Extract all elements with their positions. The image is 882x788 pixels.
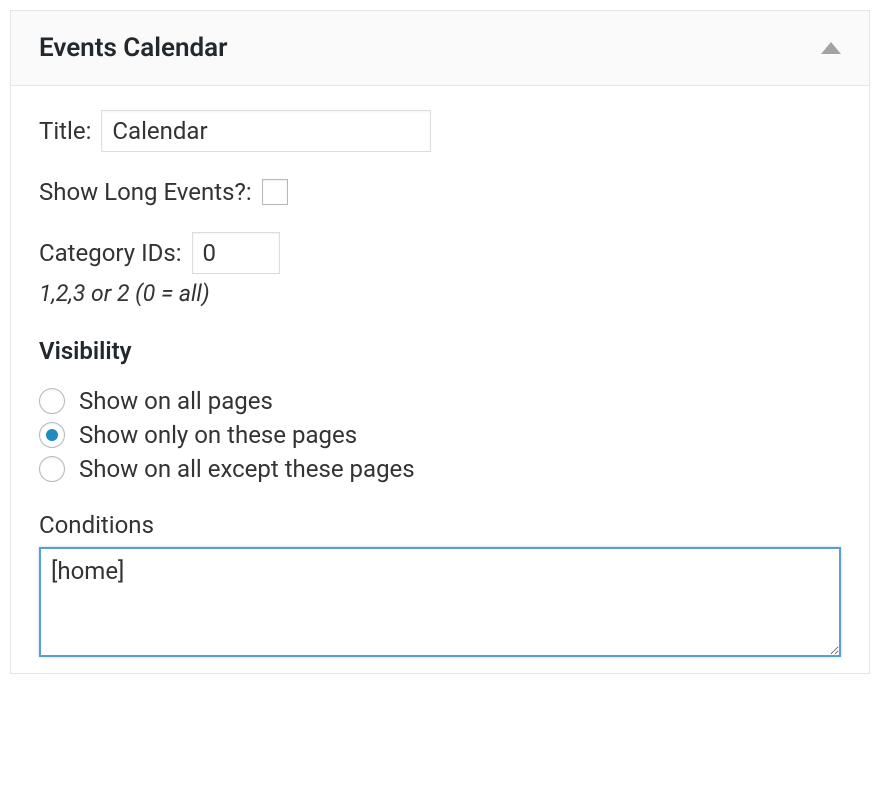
widget-panel: Events Calendar Title: Show Long Events?… (10, 10, 870, 674)
visibility-option-only: Show only on these pages (39, 421, 841, 449)
visibility-option-except: Show on all except these pages (39, 455, 841, 483)
visibility-label-only[interactable]: Show only on these pages (79, 421, 357, 449)
visibility-option-all: Show on all pages (39, 387, 841, 415)
show-long-events-label: Show Long Events?: (39, 178, 252, 206)
widget-header[interactable]: Events Calendar (11, 11, 869, 86)
title-label: Title: (39, 117, 91, 145)
widget-title: Events Calendar (39, 33, 227, 63)
visibility-label-except[interactable]: Show on all except these pages (79, 455, 415, 483)
visibility-radio-only[interactable] (39, 422, 65, 448)
title-field-row: Title: (39, 110, 841, 152)
visibility-radio-group: Show on all pages Show only on these pag… (39, 387, 841, 483)
conditions-label: Conditions (39, 511, 841, 539)
visibility-radio-all[interactable] (39, 388, 65, 414)
title-input[interactable] (101, 110, 431, 152)
show-long-events-checkbox[interactable] (262, 179, 288, 205)
visibility-radio-except[interactable] (39, 456, 65, 482)
conditions-block: Conditions (39, 511, 841, 663)
conditions-textarea[interactable] (39, 547, 841, 657)
collapse-up-icon (821, 42, 841, 54)
category-ids-input[interactable] (192, 232, 280, 274)
category-ids-hint: 1,2,3 or 2 (0 = all) (39, 280, 841, 307)
visibility-label-all[interactable]: Show on all pages (79, 387, 273, 415)
show-long-events-row: Show Long Events?: (39, 178, 841, 206)
category-ids-block: Category IDs: 1,2,3 or 2 (0 = all) (39, 232, 841, 307)
widget-body: Title: Show Long Events?: Category IDs: … (11, 86, 869, 673)
visibility-heading: Visibility (39, 337, 841, 365)
category-ids-label: Category IDs: (39, 239, 182, 267)
